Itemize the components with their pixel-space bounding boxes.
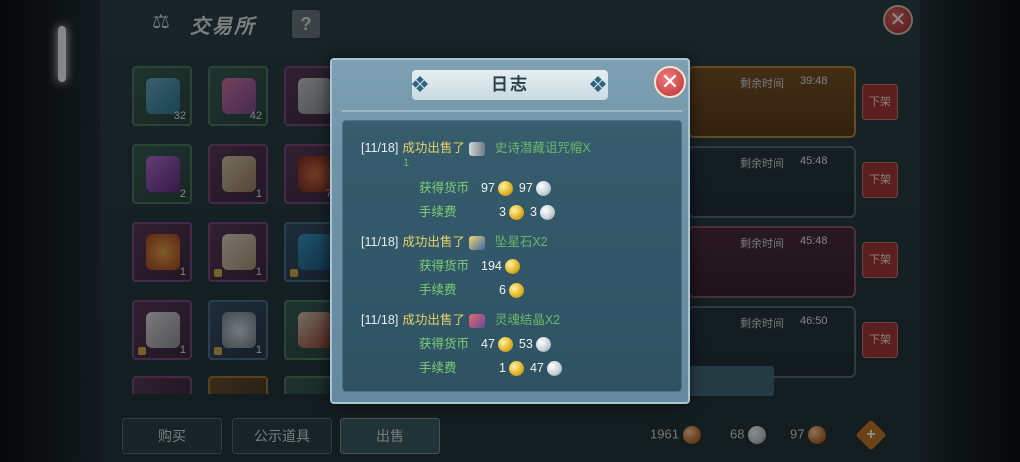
silver-coin-icon (539, 205, 555, 221)
fee-row: 手续费 1 47 (419, 357, 566, 377)
log-list[interactable]: [11/18] 成功出售了 史诗潜藏诅咒帽X 1 获得货币 97 97 手续费 3 3 [1… (342, 120, 682, 392)
earned-row: 获得货币 194 (419, 255, 524, 275)
item-name: 灵魂结晶X2 (494, 313, 561, 327)
earned-gold: 47 (481, 337, 495, 351)
fee-row: 手续费 6 (419, 279, 528, 299)
earned-gold: 194 (481, 259, 502, 273)
earned-silver: 53 (518, 337, 533, 351)
star-stone-item-icon (468, 235, 485, 250)
log-modal: ❖ ❖ 日志 ✕ [11/18] 成功出售了 史诗潜藏诅咒帽X 1 获得货币 97 97… (330, 58, 690, 404)
fee-label: 手续费 (419, 361, 457, 375)
silver-coin-icon (535, 337, 551, 353)
log-entry-header: [11/18] 成功出售了 灵魂结晶X2 (361, 309, 561, 328)
gold-coin-icon (508, 205, 524, 221)
gold-coin-icon (508, 361, 524, 377)
earned-row: 获得货币 47 53 (419, 333, 555, 353)
modal-title: 日志 (491, 75, 529, 94)
earned-label: 获得货币 (419, 337, 470, 351)
fee-row: 手续费 3 3 (419, 201, 559, 221)
divider (342, 110, 682, 112)
log-date: [11/18] (361, 313, 399, 327)
fee-gold: 3 (499, 205, 506, 219)
gold-coin-icon (508, 283, 524, 299)
earned-label: 获得货币 (419, 181, 470, 195)
gold-coin-icon (497, 181, 513, 197)
gold-coin-icon (497, 337, 513, 353)
log-date: [11/18] (361, 235, 399, 249)
gold-coin-icon (504, 259, 520, 275)
fee-silver: 3 (529, 205, 537, 219)
silver-coin-icon (546, 361, 562, 377)
game-screen: ⚖ 交易所 ? ✕ 32 42 2 2 1 (0, 0, 1020, 462)
silver-coin-icon (535, 181, 551, 197)
earned-row: 获得货币 97 97 (419, 177, 555, 197)
item-name-suffix: 1 (403, 157, 410, 169)
earned-silver: 97 (518, 181, 533, 195)
close-log-button[interactable]: ✕ (654, 66, 686, 98)
fee-gold: 1 (499, 361, 506, 375)
helmet-item-icon (468, 141, 485, 156)
earned-gold: 97 (481, 181, 495, 195)
log-entry-header: [11/18] 成功出售了 史诗潜藏诅咒帽X (361, 137, 591, 156)
sold-text: 成功出售了 (402, 313, 465, 327)
fee-silver: 47 (529, 361, 544, 375)
log-entry-header: [11/18] 成功出售了 坠星石X2 (361, 231, 548, 250)
item-name: 坠星石X2 (494, 235, 548, 249)
earned-label: 获得货币 (419, 259, 470, 273)
sold-text: 成功出售了 (402, 235, 465, 249)
fee-gold: 6 (499, 283, 506, 297)
item-name: 史诗潜藏诅咒帽X (494, 141, 591, 155)
fee-label: 手续费 (419, 205, 457, 219)
log-date: [11/18] (361, 141, 399, 155)
fee-label: 手续费 (419, 283, 457, 297)
soul-crystal-item-icon (468, 313, 485, 328)
sold-text: 成功出售了 (402, 141, 465, 155)
